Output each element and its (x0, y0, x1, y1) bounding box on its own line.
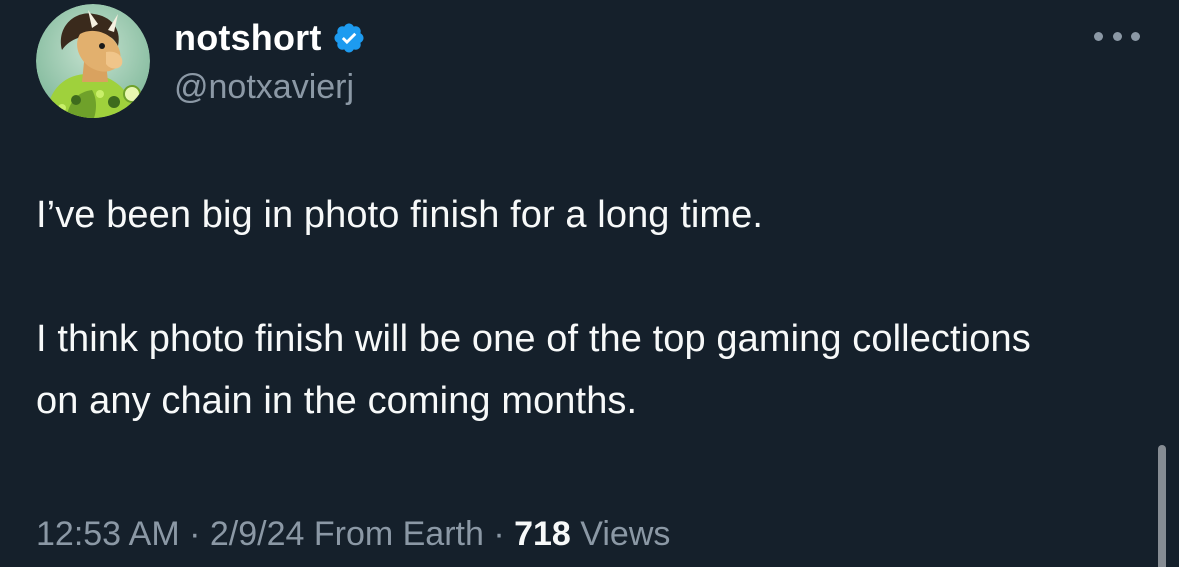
separator: · (483, 515, 515, 553)
author-handle[interactable]: @notxavierj (174, 64, 354, 110)
tweet-metadata: 12:53 AM · 2/9/24 From Earth · 718 Views (36, 510, 670, 558)
author-name-row[interactable]: notshort (174, 14, 366, 62)
tweet-time[interactable]: 12:53 AM (36, 515, 180, 553)
views-count[interactable]: 718 (514, 515, 571, 553)
dot (1131, 31, 1140, 41)
tweet: notshort @notxavierj I’ve been big in ph… (0, 0, 1179, 567)
scrollbar[interactable] (1158, 445, 1166, 567)
avatar[interactable] (36, 4, 150, 118)
dot (1112, 31, 1122, 41)
horse-avatar-icon (36, 4, 150, 118)
verified-badge-icon (332, 21, 366, 55)
tweet-paragraph-1: I’ve been big in photo finish for a long… (36, 194, 764, 236)
tweet-paragraph-2: I think photo finish will be one of the … (36, 318, 1031, 422)
tweet-location: From Earth (304, 515, 484, 553)
author-display-name[interactable]: notshort (174, 14, 322, 62)
tweet-date[interactable]: 2/9/24 (210, 515, 305, 553)
views-label[interactable]: Views (571, 515, 670, 553)
dot (1094, 31, 1103, 41)
separator: · (179, 515, 210, 553)
more-options-icon[interactable] (1094, 24, 1140, 48)
